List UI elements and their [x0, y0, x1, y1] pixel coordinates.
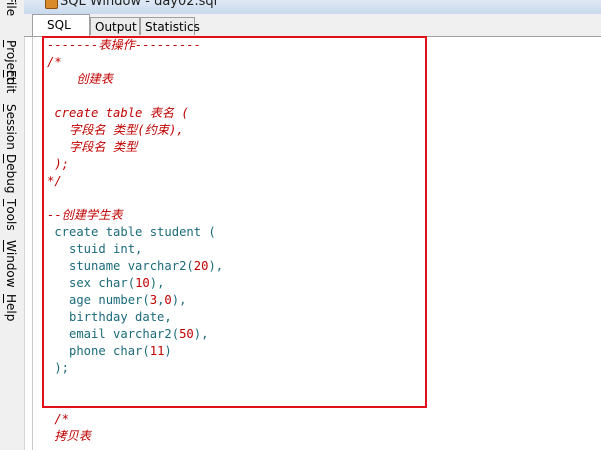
code-token: create table 表名 ( — [47, 106, 189, 120]
vertical-menu-bar: File Project Edit Session Debug Tools Wi… — [0, 0, 25, 450]
code-line: /* — [47, 411, 223, 428]
code-token: create table student ( — [47, 225, 216, 239]
code-token: ) — [164, 344, 172, 358]
code-line: create table 表名 ( — [47, 105, 223, 122]
menu-help-label: Help — [4, 294, 18, 322]
code-token: stuid int, — [47, 242, 143, 256]
code-line: create table student ( — [47, 224, 223, 241]
code-token: 20 — [193, 259, 209, 273]
code-token: 11 — [149, 344, 165, 358]
sql-window-icon — [45, 0, 58, 9]
sql-code: -------表操作--------- /* 创建表 create table 表… — [47, 37, 223, 445]
menu-window[interactable]: Window — [3, 240, 19, 288]
code-token: phone char( — [47, 344, 150, 358]
code-line: ); — [47, 360, 223, 377]
code-token: /* — [47, 412, 70, 426]
window-title-bar: SQL Window - day02.sql — [24, 0, 601, 14]
code-token: ), — [208, 259, 224, 273]
code-line: -------表操作--------- — [47, 37, 223, 54]
menu-tools[interactable]: Tools — [3, 199, 19, 231]
tab-statistics[interactable]: Statistics — [140, 17, 200, 35]
code-line: stuname varchar2(20), — [47, 258, 223, 275]
menu-tools-label: Tools — [4, 199, 18, 231]
menu-edit-label: Edit — [4, 70, 18, 94]
tab-statistics-label: Statistics — [145, 20, 200, 34]
tab-sql[interactable]: SQL — [32, 14, 90, 36]
code-token: ); — [47, 361, 70, 375]
code-token: stuname varchar2( — [47, 259, 194, 273]
code-token: ), — [171, 293, 187, 307]
code-line: 字段名 类型(约束), — [47, 122, 223, 139]
code-line: --创建学生表 — [47, 207, 223, 224]
menu-edit[interactable]: Edit — [3, 70, 19, 93]
code-line: stuid int, — [47, 241, 223, 258]
tab-output[interactable]: Output — [90, 17, 140, 35]
code-token: 3 — [149, 293, 158, 307]
code-token: ), — [149, 276, 165, 290]
code-line: */ — [47, 173, 223, 190]
code-token: email varchar2( — [47, 327, 180, 341]
code-token: --创建学生表 — [47, 208, 123, 222]
code-token: 字段名 类型(约束), — [47, 123, 184, 137]
code-token: 50 — [179, 327, 194, 341]
code-line: sex char(10), — [47, 275, 223, 292]
code-token: sex char( — [47, 276, 136, 290]
code-token: age number( — [47, 293, 150, 307]
menu-window-label: Window — [4, 240, 18, 288]
menu-help[interactable]: Help — [3, 294, 19, 321]
code-token: 创建表 — [47, 72, 113, 86]
code-line: birthday date, — [47, 309, 223, 326]
code-token: -------表操作--------- — [47, 38, 201, 52]
sql-editor[interactable]: -------表操作--------- /* 创建表 create table 表… — [32, 37, 601, 450]
code-token: birthday date, — [47, 310, 172, 324]
code-line: 创建表 — [47, 71, 223, 88]
tab-output-label: Output — [95, 20, 137, 34]
code-token: 字段名 类型 — [47, 140, 138, 154]
code-line: phone char(11) — [47, 343, 223, 360]
code-line: age number(3,0), — [47, 292, 223, 309]
code-token: /* — [47, 55, 62, 69]
code-token: ), — [193, 327, 209, 341]
menu-debug[interactable]: Debug — [3, 154, 19, 193]
code-line: 字段名 类型 — [47, 139, 223, 156]
code-token: */ — [47, 174, 62, 188]
code-line: email varchar2(50), — [47, 326, 223, 343]
tab-bar: SQL Output Statistics — [24, 14, 601, 37]
code-line: /* — [47, 54, 223, 71]
code-line: ); — [47, 156, 223, 173]
code-line: 拷贝表 — [47, 428, 223, 445]
code-token: 0 — [164, 293, 172, 307]
menu-session-label: Session — [4, 104, 18, 150]
code-token: 10 — [135, 276, 150, 290]
code-token: ); — [47, 157, 70, 171]
menu-session[interactable]: Session — [3, 104, 19, 150]
menu-file[interactable]: File — [3, 0, 19, 16]
tab-sql-label: SQL — [47, 18, 71, 32]
menu-debug-label: Debug — [4, 154, 18, 194]
menu-file-label: File — [4, 0, 18, 17]
code-token: 拷贝表 — [47, 429, 91, 443]
window-title: SQL Window - day02.sql — [60, 0, 218, 9]
